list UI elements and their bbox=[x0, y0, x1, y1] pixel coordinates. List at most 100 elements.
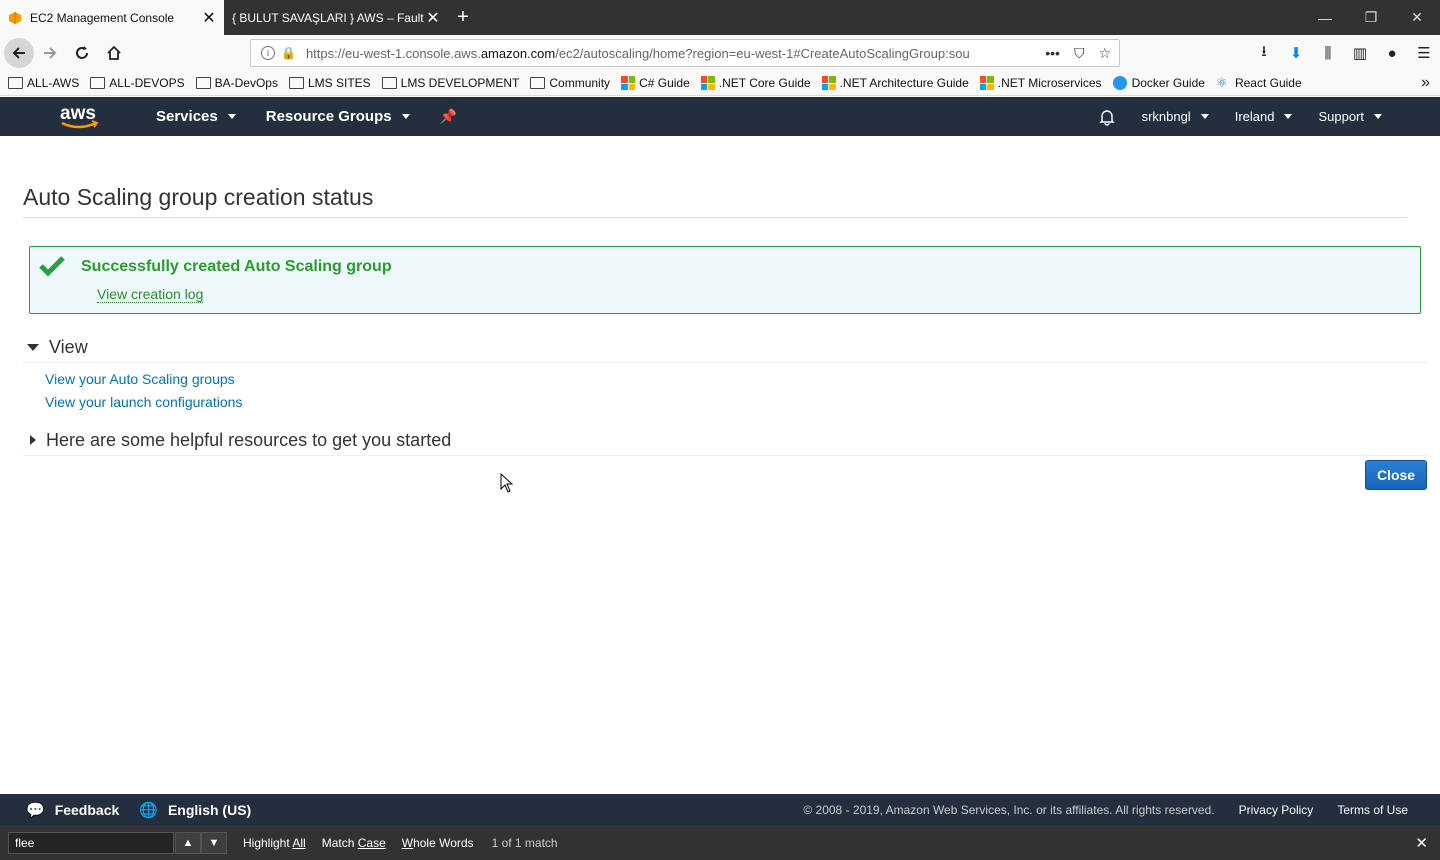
toolbar-right: ⭳ ⬇ ⫼ ▥ ● ☰ bbox=[1248, 35, 1440, 71]
restore-icon[interactable]: ❐ bbox=[1348, 0, 1394, 35]
find-input[interactable] bbox=[8, 831, 174, 854]
bookmark-star-icon[interactable]: ☆ bbox=[1098, 45, 1111, 62]
chevron-double-right-icon[interactable]: » bbox=[1421, 74, 1430, 92]
sidebar-icon[interactable]: ▥ bbox=[1344, 44, 1376, 62]
bookmark-csharp-guide[interactable]: C# Guide bbox=[621, 76, 690, 90]
copyright-text: © 2008 - 2019, Amazon Web Services, Inc.… bbox=[803, 802, 1215, 817]
lock-icon[interactable]: 🔒 bbox=[281, 46, 296, 60]
close-find-bar-icon[interactable]: ✕ bbox=[1415, 834, 1428, 852]
pin-icon: 📌 bbox=[439, 108, 458, 124]
aws-nav: Services Resource Groups 📌 bbox=[156, 97, 487, 136]
bookmark-docker-guide[interactable]: Docker Guide bbox=[1112, 76, 1205, 90]
view-creation-log-link[interactable]: View creation log bbox=[97, 286, 204, 303]
resources-section-header[interactable]: Here are some helpful resources to get y… bbox=[23, 429, 1427, 451]
close-tab-icon[interactable]: ✕ bbox=[426, 8, 440, 28]
footer-right: © 2008 - 2019, Amazon Web Services, Inc.… bbox=[779, 794, 1408, 825]
more-actions-icon[interactable]: ••• bbox=[1045, 45, 1060, 62]
bookmark-net-architecture-guide[interactable]: .NET Architecture Guide bbox=[821, 76, 969, 90]
chevron-down-icon bbox=[1374, 114, 1382, 119]
match-case-toggle[interactable]: Match Case bbox=[322, 836, 386, 850]
whole-words-toggle[interactable]: Whole Words bbox=[402, 836, 474, 850]
folder-icon bbox=[195, 77, 211, 89]
find-previous-button[interactable]: ▲ bbox=[175, 831, 201, 854]
notifications-button[interactable] bbox=[1098, 108, 1116, 126]
bookmark-label: .NET Core Guide bbox=[718, 76, 811, 90]
home-button[interactable] bbox=[98, 37, 130, 69]
url-text[interactable]: https://eu-west-1.console.aws.amazon.com… bbox=[306, 46, 1045, 61]
info-icon[interactable]: i bbox=[261, 46, 275, 60]
caret-down-icon bbox=[27, 343, 39, 351]
account-icon[interactable]: ● bbox=[1376, 45, 1408, 62]
aws-logo[interactable]: aws bbox=[58, 101, 102, 131]
close-window-icon[interactable]: ✕ bbox=[1394, 0, 1440, 35]
hamburger-menu-icon[interactable]: ☰ bbox=[1408, 44, 1440, 62]
bookmark-community[interactable]: Community bbox=[530, 76, 610, 90]
user-menu[interactable]: srknbngl bbox=[1142, 109, 1209, 124]
back-button[interactable] bbox=[4, 38, 34, 68]
browser-nav-bar: i 🔒 https://eu-west-1.console.aws.amazon… bbox=[0, 35, 1440, 71]
close-tab-icon[interactable]: ✕ bbox=[202, 8, 216, 28]
view-section-header[interactable]: View bbox=[23, 336, 1427, 358]
aws-footer: 💬 Feedback 🌐 English (US) © 2008 - 2019,… bbox=[0, 794, 1440, 825]
pin-button[interactable]: 📌 bbox=[440, 108, 457, 125]
highlight-all-toggle[interactable]: Highlight All bbox=[243, 836, 306, 850]
close-button[interactable]: Close bbox=[1365, 460, 1427, 490]
tab-bulut-savaslari[interactable]: { BULUT SAVAŞLARI } AWS – Fault To ✕ bbox=[224, 0, 448, 35]
chevron-down-icon bbox=[1284, 114, 1293, 119]
bookmark-all-aws[interactable]: ALL-AWS bbox=[8, 76, 79, 90]
bookmark-label: BA-DevOps bbox=[214, 76, 278, 90]
view-section-title: View bbox=[49, 336, 88, 357]
view-auto-scaling-groups-link[interactable]: View your Auto Scaling groups bbox=[45, 368, 1427, 391]
window-controls: — ❐ ✕ bbox=[1302, 0, 1440, 35]
microsoft-icon bbox=[700, 76, 715, 90]
view-launch-configurations-link[interactable]: View your launch configurations bbox=[45, 391, 1427, 414]
bookmark-net-core-guide[interactable]: .NET Core Guide bbox=[700, 76, 811, 90]
support-menu[interactable]: Support bbox=[1318, 109, 1382, 124]
bookmark-all-devops[interactable]: ALL-DEVOPS bbox=[90, 76, 185, 90]
resource-groups-menu[interactable]: Resource Groups bbox=[266, 108, 410, 125]
pocket-icon[interactable]: ⛉ bbox=[1074, 45, 1085, 62]
folder-icon bbox=[90, 77, 106, 89]
bookmark-label: .NET Architecture Guide bbox=[839, 76, 969, 90]
bookmark-react-guide[interactable]: ⚛ React Guide bbox=[1216, 76, 1302, 91]
feedback-button[interactable]: 💬 Feedback bbox=[26, 801, 119, 819]
tab-ec2-console[interactable]: EC2 Management Console ✕ bbox=[0, 0, 224, 35]
microsoft-icon bbox=[821, 76, 836, 90]
library-icon[interactable]: ⫼ bbox=[1312, 45, 1344, 62]
terms-of-use-link[interactable]: Terms of Use bbox=[1337, 803, 1408, 817]
page-title: Auto Scaling group creation status bbox=[23, 184, 374, 210]
whole-words-rest: hole Words bbox=[413, 835, 474, 850]
view-links: View your Auto Scaling groups View your … bbox=[45, 368, 1427, 414]
new-tab-button[interactable]: + bbox=[448, 0, 478, 35]
forward-button[interactable] bbox=[34, 37, 66, 69]
region-menu[interactable]: Ireland bbox=[1235, 109, 1293, 124]
url-actions: ••• ⛉ ☆ bbox=[1045, 45, 1111, 62]
privacy-policy-link[interactable]: Privacy Policy bbox=[1239, 803, 1314, 817]
download-icon[interactable]: ⬇ bbox=[1280, 44, 1312, 62]
find-next-button[interactable]: ▼ bbox=[201, 831, 227, 854]
minimize-icon[interactable]: — bbox=[1302, 0, 1348, 35]
bookmark-label: ALL-AWS bbox=[27, 76, 80, 90]
url-bar[interactable]: i 🔒 https://eu-west-1.console.aws.amazon… bbox=[250, 39, 1120, 67]
aws-console-header: aws Services Resource Groups 📌 srknbngl … bbox=[0, 97, 1440, 136]
arrow-right-icon bbox=[44, 47, 57, 59]
title-divider bbox=[23, 217, 1407, 218]
bookmark-net-microservices[interactable]: .NET Microservices bbox=[979, 76, 1102, 90]
services-label: Services bbox=[156, 108, 218, 125]
bookmark-label: ALL-DEVOPS bbox=[109, 76, 185, 90]
bookmark-lms-sites[interactable]: LMS SITES bbox=[288, 76, 371, 90]
svg-text:aws: aws bbox=[60, 103, 96, 124]
bookmark-lms-development[interactable]: LMS DEVELOPMENT bbox=[381, 76, 519, 90]
services-menu[interactable]: Services bbox=[156, 108, 236, 125]
url-suffix: /ec2/autoscaling/home?region=eu-west-1#C… bbox=[555, 45, 970, 61]
support-label: Support bbox=[1318, 109, 1364, 124]
bookmark-label: Community bbox=[549, 76, 611, 90]
reload-button[interactable] bbox=[66, 37, 98, 69]
find-bar: ▲ ▼ Highlight All Match Case Whole Words… bbox=[0, 825, 1440, 860]
bookmark-ba-devops[interactable]: BA-DevOps bbox=[195, 76, 278, 90]
highlight-all-prefix: Highlight bbox=[243, 835, 293, 850]
chevron-down-icon bbox=[227, 114, 236, 119]
language-selector[interactable]: 🌐 English (US) bbox=[139, 801, 251, 819]
bookmark-label: Docker Guide bbox=[1131, 76, 1205, 90]
bookmarks-menu-icon[interactable]: ⭳ bbox=[1248, 41, 1280, 66]
